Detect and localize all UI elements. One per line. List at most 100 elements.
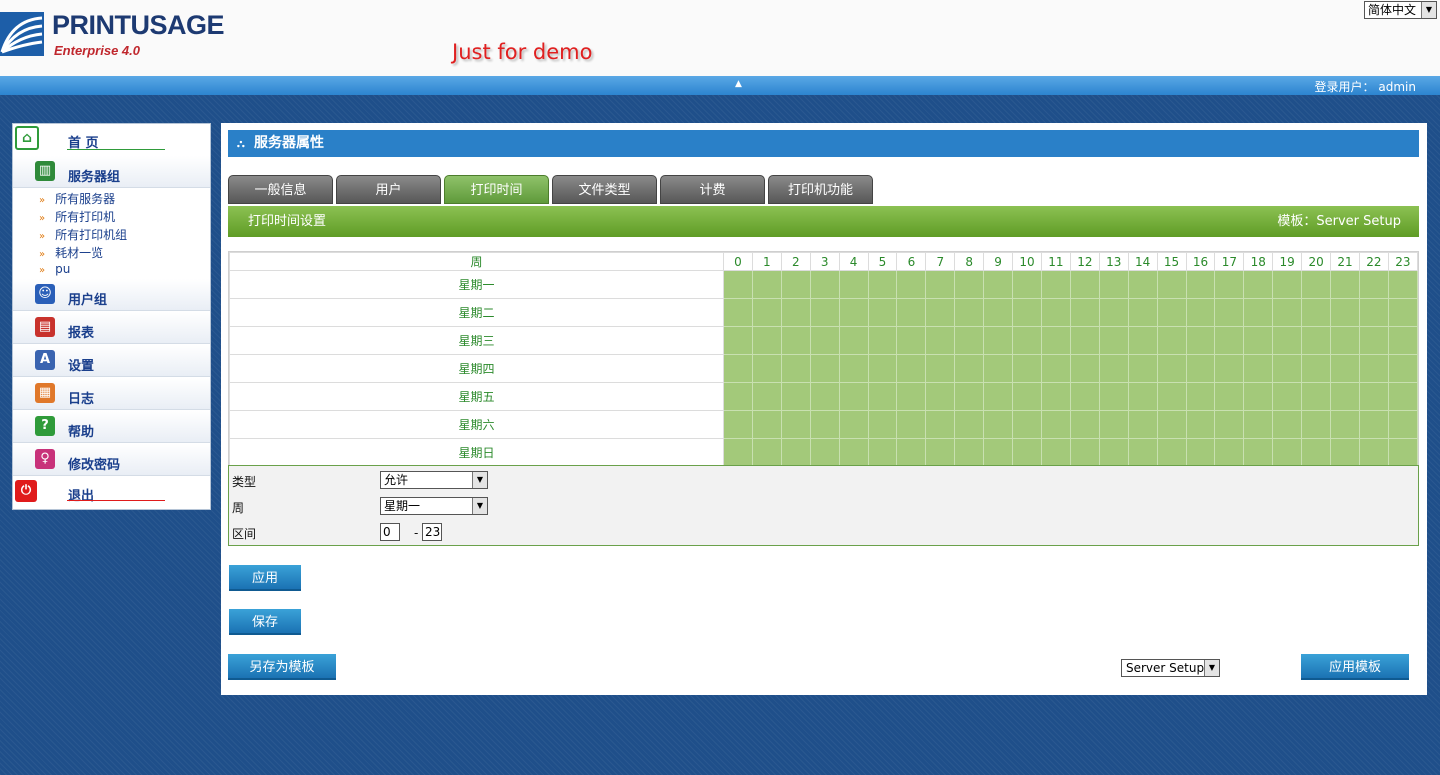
schedule-cell[interactable] <box>838 382 869 411</box>
schedule-cell[interactable] <box>723 354 753 383</box>
schedule-cell[interactable] <box>1185 298 1216 327</box>
schedule-cell[interactable] <box>1243 410 1274 439</box>
schedule-cell[interactable] <box>867 410 898 439</box>
schedule-cell[interactable] <box>780 410 811 439</box>
schedule-cell[interactable] <box>1185 438 1216 467</box>
schedule-cell[interactable] <box>1098 298 1129 327</box>
schedule-cell[interactable] <box>1069 270 1100 299</box>
schedule-cell[interactable] <box>1040 270 1071 299</box>
schedule-cell[interactable] <box>1098 438 1129 467</box>
schedule-cell[interactable] <box>1358 298 1389 327</box>
schedule-cell[interactable] <box>1387 438 1419 467</box>
schedule-cell[interactable] <box>896 438 927 467</box>
schedule-cell[interactable] <box>1040 410 1071 439</box>
schedule-cell[interactable] <box>1214 298 1245 327</box>
schedule-cell[interactable] <box>723 382 753 411</box>
schedule-cell[interactable] <box>1214 326 1245 355</box>
schedule-cell[interactable] <box>954 438 985 467</box>
type-select[interactable]: 允许 ▼ <box>380 471 488 489</box>
schedule-cell[interactable] <box>1127 298 1158 327</box>
schedule-cell[interactable] <box>867 354 898 383</box>
schedule-cell[interactable] <box>780 298 811 327</box>
schedule-cell[interactable] <box>1069 382 1100 411</box>
schedule-cell[interactable] <box>1156 298 1187 327</box>
schedule-cell[interactable] <box>1040 326 1071 355</box>
schedule-cell[interactable] <box>1243 438 1274 467</box>
schedule-cell[interactable] <box>1127 382 1158 411</box>
schedule-cell[interactable] <box>925 298 956 327</box>
day-label[interactable]: 星期三 <box>229 326 724 355</box>
schedule-cell[interactable] <box>1185 382 1216 411</box>
schedule-cell[interactable] <box>1272 270 1303 299</box>
schedule-cell[interactable] <box>1358 382 1389 411</box>
schedule-cell[interactable] <box>1156 354 1187 383</box>
schedule-cell[interactable] <box>809 354 840 383</box>
schedule-cell[interactable] <box>838 354 869 383</box>
hour-header[interactable]: 12 <box>1069 252 1100 271</box>
schedule-cell[interactable] <box>896 326 927 355</box>
schedule-cell[interactable] <box>780 270 811 299</box>
schedule-cell[interactable] <box>1330 326 1360 355</box>
schedule-cell[interactable] <box>1012 382 1042 411</box>
sidebar-item-change-password[interactable]: ♀ 修改密码 <box>13 444 210 476</box>
schedule-cell[interactable] <box>896 410 927 439</box>
schedule-cell[interactable] <box>1156 270 1187 299</box>
schedule-cell[interactable] <box>751 270 782 299</box>
schedule-cell[interactable] <box>1214 354 1245 383</box>
sidebar-subitem-all-printer-groups[interactable]: » 所有打印机组 <box>39 226 127 243</box>
schedule-cell[interactable] <box>723 270 753 299</box>
schedule-cell[interactable] <box>809 438 840 467</box>
sidebar-subitem-pu[interactable]: » pu <box>39 262 70 276</box>
collapse-up-icon[interactable]: ▲ <box>735 79 742 89</box>
schedule-cell[interactable] <box>954 298 985 327</box>
hour-header[interactable]: 22 <box>1358 252 1389 271</box>
schedule-cell[interactable] <box>867 270 898 299</box>
schedule-cell[interactable] <box>1214 382 1245 411</box>
schedule-cell[interactable] <box>1156 410 1187 439</box>
schedule-cell[interactable] <box>1272 438 1303 467</box>
hour-header[interactable]: 18 <box>1243 252 1274 271</box>
schedule-cell[interactable] <box>838 438 869 467</box>
apply-template-button[interactable]: 应用模板 <box>1301 654 1409 680</box>
schedule-cell[interactable] <box>1012 326 1042 355</box>
schedule-cell[interactable] <box>867 438 898 467</box>
schedule-cell[interactable] <box>1301 270 1332 299</box>
schedule-cell[interactable] <box>1214 270 1245 299</box>
schedule-cell[interactable] <box>925 382 956 411</box>
schedule-cell[interactable] <box>1098 410 1129 439</box>
schedule-cell[interactable] <box>896 270 927 299</box>
schedule-cell[interactable] <box>1127 438 1158 467</box>
tab-print-time[interactable]: 打印时间 <box>444 175 549 204</box>
schedule-cell[interactable] <box>723 326 753 355</box>
schedule-cell[interactable] <box>925 270 956 299</box>
schedule-cell[interactable] <box>1387 410 1419 439</box>
schedule-cell[interactable] <box>1387 298 1419 327</box>
schedule-cell[interactable] <box>925 354 956 383</box>
schedule-cell[interactable] <box>1040 382 1071 411</box>
hour-header[interactable]: 7 <box>925 252 956 271</box>
schedule-cell[interactable] <box>983 382 1014 411</box>
hour-header[interactable]: 10 <box>1012 252 1042 271</box>
sidebar-subitem-consumables[interactable]: » 耗材一览 <box>39 244 103 261</box>
hour-header[interactable]: 16 <box>1185 252 1216 271</box>
schedule-cell[interactable] <box>1330 270 1360 299</box>
schedule-cell[interactable] <box>954 382 985 411</box>
hour-header[interactable]: 8 <box>954 252 985 271</box>
schedule-cell[interactable] <box>1243 326 1274 355</box>
schedule-cell[interactable] <box>780 382 811 411</box>
schedule-cell[interactable] <box>1272 326 1303 355</box>
schedule-cell[interactable] <box>1301 410 1332 439</box>
schedule-cell[interactable] <box>809 298 840 327</box>
schedule-cell[interactable] <box>1358 354 1389 383</box>
schedule-cell[interactable] <box>925 438 956 467</box>
schedule-cell[interactable] <box>1040 438 1071 467</box>
schedule-cell[interactable] <box>1040 354 1071 383</box>
schedule-cell[interactable] <box>1301 438 1332 467</box>
tab-file-types[interactable]: 文件类型 <box>552 175 657 204</box>
schedule-cell[interactable] <box>983 410 1014 439</box>
schedule-cell[interactable] <box>838 298 869 327</box>
schedule-cell[interactable] <box>1272 354 1303 383</box>
schedule-cell[interactable] <box>751 410 782 439</box>
hour-header[interactable]: 11 <box>1040 252 1071 271</box>
schedule-cell[interactable] <box>1185 354 1216 383</box>
